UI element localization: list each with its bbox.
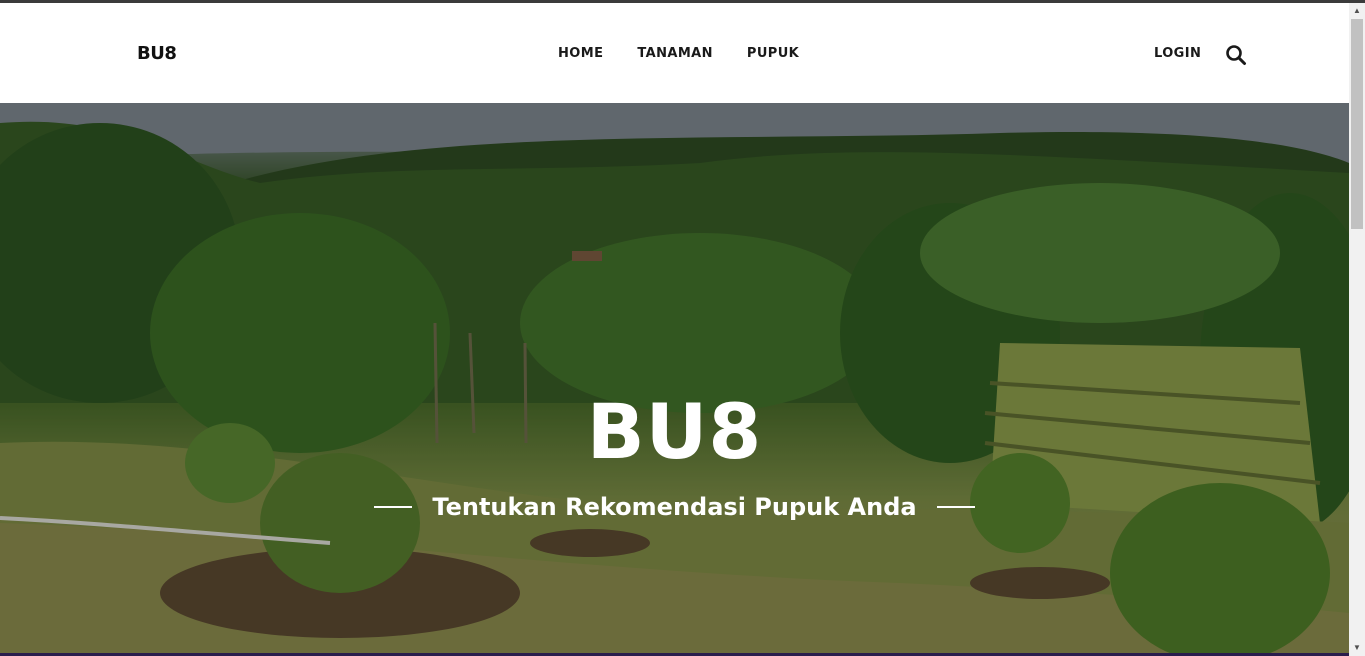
hero-overlay	[0, 103, 1349, 654]
login-link[interactable]: LOGIN	[1154, 46, 1201, 61]
hero-subtitle: Tentukan Rekomendasi Pupuk Anda	[432, 493, 917, 521]
main-nav: HOME TANAMAN PUPUK	[558, 46, 799, 61]
hero-subtitle-row: Tentukan Rekomendasi Pupuk Anda	[0, 493, 1349, 521]
scroll-down-arrow-icon[interactable]: ▼	[1349, 640, 1365, 656]
nav-tanaman[interactable]: TANAMAN	[637, 46, 713, 61]
scroll-thumb[interactable]	[1351, 19, 1363, 229]
hero-banner: BU8 Tentukan Rekomendasi Pupuk Anda	[0, 103, 1349, 654]
hero-title: BU8	[586, 387, 763, 476]
nav-home[interactable]: HOME	[558, 46, 603, 61]
search-icon[interactable]	[1225, 44, 1247, 66]
subtitle-line-left	[374, 506, 413, 508]
site-logo[interactable]: BU8	[137, 43, 177, 64]
nav-pupuk[interactable]: PUPUK	[747, 46, 799, 61]
vertical-scrollbar[interactable]: ▲ ▼	[1349, 3, 1365, 656]
navbar: BU8 HOME TANAMAN PUPUK LOGIN	[0, 3, 1349, 103]
subtitle-line-right	[936, 506, 975, 508]
scroll-up-arrow-icon[interactable]: ▲	[1349, 3, 1365, 19]
